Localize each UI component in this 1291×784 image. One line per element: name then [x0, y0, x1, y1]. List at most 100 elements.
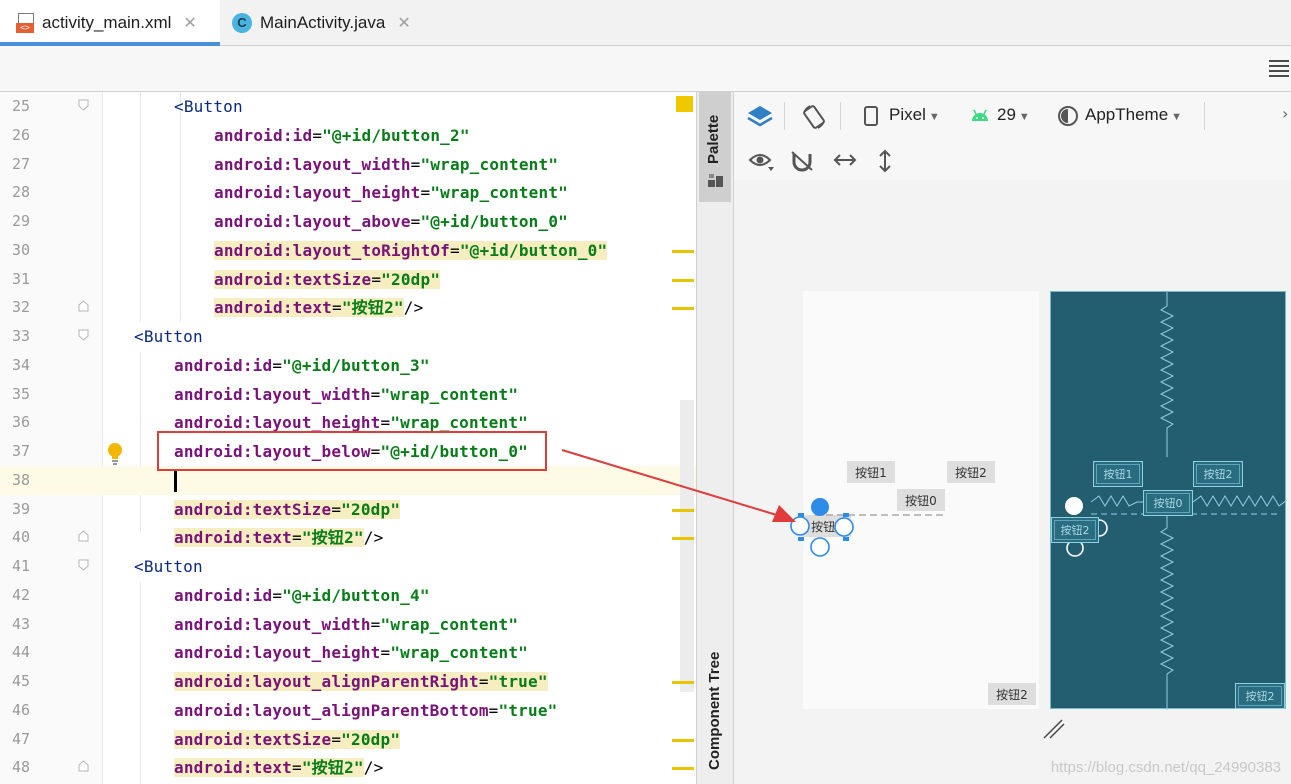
xml-punctuation: =	[488, 701, 499, 720]
lightbulb-icon[interactable]	[106, 442, 124, 466]
xml-punctuation: =	[380, 413, 391, 432]
fold-open-icon[interactable]	[78, 99, 89, 111]
xml-value: "@+id/button_3"	[282, 356, 430, 375]
xml-punctuation: =	[410, 155, 421, 174]
android-api-icon	[972, 109, 988, 121]
code-text: <Button	[134, 322, 203, 351]
change-marker[interactable]	[672, 681, 694, 684]
preview-button-2[interactable]: 按钮2	[947, 461, 995, 483]
change-marker[interactable]	[672, 279, 694, 282]
vertical-expand-icon[interactable]	[877, 148, 893, 174]
xml-attribute: android:textSize	[174, 500, 332, 519]
code-line[interactable]: 44 android:layout_height="wrap_content"	[0, 638, 696, 667]
fold-open-icon[interactable]	[78, 559, 89, 571]
blueprint-button-1[interactable]: 按钮1	[1093, 461, 1143, 487]
code-line[interactable]: 32 android:text="按钮2"/>	[0, 293, 696, 322]
code-line[interactable]: 30 android:layout_toRightOf="@+id/button_…	[0, 236, 696, 265]
code-text: android:text="按钮2"/>	[174, 523, 383, 552]
line-number: 27	[11, 155, 30, 173]
code-line[interactable]: 33 <Button	[0, 322, 696, 351]
design-canvas[interactable]: 按钮1 按钮2 按钮0 按钮2 按钮2 按钮1 按钮2 按钮0 按钮2 按钮2	[734, 180, 1291, 784]
code-line[interactable]: 34 android:id="@+id/button_3"	[0, 351, 696, 380]
tab-mainactivity-java[interactable]: C MainActivity.java ✕	[222, 0, 432, 45]
line-number: 34	[11, 356, 30, 374]
blueprint-button-0[interactable]: 按钮0	[1143, 490, 1193, 516]
code-text: android:text="按钮2"/>	[214, 293, 423, 322]
xml-punctuation: =	[370, 385, 381, 404]
preview-button-1[interactable]: 按钮1	[847, 461, 895, 483]
xml-value: "wrap_content"	[380, 385, 519, 404]
xml-attribute: android:textSize	[174, 730, 332, 749]
xml-attribute: android:textSize	[214, 270, 372, 289]
editor-tab-bar: <> activity_main.xml ✕ C MainActivity.ja…	[0, 0, 1291, 46]
change-marker[interactable]	[672, 739, 694, 742]
fold-close-icon[interactable]	[78, 530, 89, 542]
code-line[interactable]: 40 android:text="按钮2"/>	[0, 523, 696, 552]
blueprint-button-4[interactable]: 按钮2	[1235, 683, 1285, 709]
xml-attribute: android:id	[174, 356, 273, 375]
code-line[interactable]: 27 android:layout_width="wrap_content"	[0, 150, 696, 179]
component-tree-tab[interactable]: Component Tree	[699, 632, 731, 784]
device-selector[interactable]: Pixel ▼	[889, 105, 940, 125]
xml-punctuation: =	[272, 356, 283, 375]
code-line[interactable]: 29 android:layout_above="@+id/button_0"	[0, 207, 696, 236]
close-icon[interactable]: ✕	[397, 13, 410, 33]
xml-value: "@+id/button_0"	[420, 212, 568, 231]
design-surface-layers-icon[interactable]	[746, 104, 774, 130]
overflow-chevron-icon[interactable]: ›	[1282, 104, 1288, 123]
code-line[interactable]: 26 android:id="@+id/button_2"	[0, 121, 696, 150]
code-line[interactable]: 47 android:textSize="20dp"	[0, 725, 696, 754]
change-marker[interactable]	[672, 307, 694, 310]
blueprint-button-3-selected[interactable]: 按钮2	[1051, 517, 1099, 543]
code-line[interactable]: 31 android:textSize="20dp"	[0, 265, 696, 294]
orientation-rotate-icon[interactable]	[800, 103, 828, 131]
xml-punctuation: />	[363, 758, 384, 777]
code-line[interactable]: 48 android:text="按钮2"/>	[0, 753, 696, 782]
xml-attribute: android:layout_width	[174, 615, 371, 634]
xml-punctuation: />	[363, 528, 384, 547]
code-line[interactable]: 39 android:textSize="20dp"	[0, 495, 696, 524]
change-marker[interactable]	[672, 767, 694, 770]
change-marker[interactable]	[672, 537, 694, 540]
horizontal-expand-icon[interactable]	[832, 152, 858, 168]
code-line[interactable]: 46 android:layout_alignParentBottom="true…	[0, 696, 696, 725]
tab-activity-main-xml[interactable]: <> activity_main.xml ✕	[0, 0, 220, 46]
code-text: <Button	[134, 552, 203, 581]
blueprint-button-2[interactable]: 按钮2	[1193, 461, 1243, 487]
change-marker[interactable]	[672, 250, 694, 253]
code-line[interactable]: 41 <Button	[0, 552, 696, 581]
line-number: 36	[11, 413, 30, 431]
code-text: android:layout_height="wrap_content"	[214, 178, 568, 207]
close-icon[interactable]: ✕	[183, 13, 196, 33]
autoconnect-magnet-icon[interactable]	[790, 150, 814, 172]
line-number: 31	[11, 270, 30, 288]
xml-attribute: android:text	[174, 528, 292, 547]
line-number: 29	[11, 212, 30, 230]
code-line[interactable]: 43 android:layout_width="wrap_content"	[0, 610, 696, 639]
api-level-selector[interactable]: 29 ▼	[997, 105, 1030, 125]
fold-close-icon[interactable]	[78, 300, 89, 312]
palette-tab[interactable]: Palette	[699, 92, 731, 202]
code-line[interactable]: 25 <Button	[0, 92, 696, 121]
xml-punctuation: =	[371, 270, 382, 289]
code-line[interactable]: 45 android:layout_alignParentRight="true"	[0, 667, 696, 696]
code-text: android:id="@+id/button_2"	[214, 121, 470, 150]
theme-name: AppTheme	[1085, 105, 1169, 124]
change-marker[interactable]	[672, 509, 694, 512]
fold-close-icon[interactable]	[78, 760, 89, 772]
preview-button-4[interactable]: 按钮2	[988, 683, 1036, 705]
blueprint-preview[interactable]: 按钮1 按钮2 按钮0 按钮2 按钮2	[1050, 291, 1287, 710]
xml-value: "20dp"	[381, 270, 441, 289]
theme-selector[interactable]: AppTheme ▼	[1085, 105, 1182, 125]
xml-file-icon: <>	[16, 12, 34, 33]
design-preview-screen[interactable]: 按钮1 按钮2 按钮0 按钮2 按钮2	[790, 291, 1039, 709]
code-line[interactable]: 42 android:id="@+id/button_4"	[0, 581, 696, 610]
menu-icon[interactable]	[1269, 60, 1289, 77]
view-options-eye-icon[interactable]	[748, 150, 774, 172]
code-editor[interactable]: 25 <Button 26 android:id="@+id/button_2" 27 a…	[0, 92, 696, 784]
resize-handle-icon[interactable]	[1042, 718, 1066, 740]
selection-handles[interactable]	[790, 491, 955, 563]
code-line[interactable]: 28 android:layout_height="wrap_content"	[0, 178, 696, 207]
fold-open-icon[interactable]	[78, 329, 89, 341]
code-line[interactable]: 35 android:layout_width="wrap_content"	[0, 380, 696, 409]
